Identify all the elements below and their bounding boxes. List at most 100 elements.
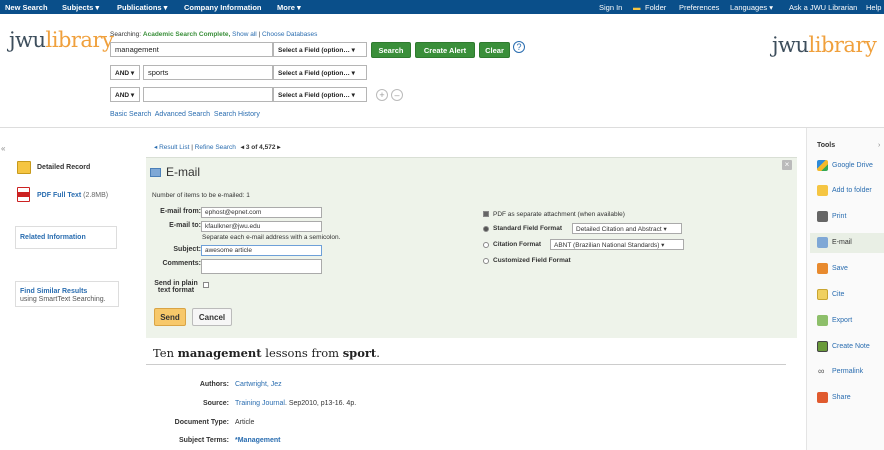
close-icon[interactable]: × [782,160,792,170]
jwu-library-logo-right: jwulibrary [772,33,877,57]
field-select-row-3[interactable]: Select a Field (option… ▾ [273,87,367,102]
subject-label: Subject: [173,246,201,253]
top-navigation-bar: New Search Subjects ▾ Publications ▾ Com… [0,0,884,14]
email-tool-icon [817,237,828,248]
database-name: Academic Search Complete, [142,31,231,38]
subject-input[interactable]: awesome article [201,245,322,256]
preferences-link[interactable]: Preferences [679,3,719,12]
result-position[interactable]: ◂ 3 of 4,572 ▸ [241,144,281,151]
email-tool[interactable]: E-mail [832,239,852,246]
custom-format-label: Customized Field Format [493,257,571,264]
publications-menu[interactable]: Publications ▾ [117,3,167,12]
refine-search-link[interactable]: Refine Search [195,144,236,151]
tools-heading: Tools [817,142,836,149]
search-input-row-2[interactable]: sports [143,65,273,80]
journal-link[interactable]: Training Journal [235,400,285,407]
search-history-link[interactable]: Search History [214,111,260,118]
boolean-select-row-3[interactable]: AND ▾ [110,87,140,102]
note-icon [817,341,828,352]
clear-button[interactable]: Clear [479,42,510,58]
subjects-menu[interactable]: Subjects ▾ [62,3,99,12]
save-tool[interactable]: Save [832,265,848,272]
cite-tool[interactable]: Cite [832,291,844,298]
share-icon [817,392,828,403]
field-select-row-1[interactable]: Select a Field (option… ▾ [273,42,367,57]
standard-format-radio[interactable] [483,226,489,232]
authors-label: Authors: [199,381,229,388]
comments-input[interactable] [201,259,322,274]
create-note-tool[interactable]: Create Note [832,343,870,350]
boolean-select-row-2[interactable]: AND ▾ [110,65,140,80]
related-information-heading[interactable]: Related Information [20,234,86,241]
remove-row-icon[interactable]: – [391,89,403,101]
save-icon [817,263,828,274]
email-item-count: Number of items to be e-mailed: 1 [152,192,250,199]
field-select-row-2[interactable]: Select a Field (option… ▾ [273,65,367,80]
related-information-box: Related Information [15,226,117,249]
jwu-library-logo[interactable]: jwulibrary [9,28,114,52]
ask-librarian-link[interactable]: Ask a JWU Librarian [789,3,857,12]
email-to-label: E-mail to: [169,222,201,229]
detailed-record-link[interactable]: Detailed Record [37,164,90,171]
custom-format-radio[interactable] [483,258,489,264]
result-navigation: ◂ Result List | Refine Search ◂ 3 of 4,5… [154,144,281,151]
choose-databases-link[interactable]: Choose Databases [262,31,317,38]
help-link[interactable]: Help [866,3,881,12]
plain-text-label: Send in plain text format [154,280,198,294]
advanced-search-link[interactable]: Advanced Search [155,111,210,118]
more-menu[interactable]: More ▾ [277,3,301,12]
new-search-link[interactable]: New Search [5,3,48,12]
google-drive-icon [817,160,828,171]
find-similar-link[interactable]: Find Similar Results [20,288,87,295]
cite-icon [817,289,828,300]
send-button[interactable]: Send [154,308,186,326]
authors-value[interactable]: Cartwright, Jez [235,381,282,388]
result-list-link[interactable]: ◂ Result List [154,144,189,151]
email-separator-hint: Separate each e-mail address with a semi… [202,234,341,241]
source-value: Training Journal. Sep2010, p13-16. 4p. [235,400,357,407]
print-icon [817,211,828,222]
add-row-icon[interactable]: + [376,89,388,101]
pdf-full-text-link[interactable]: PDF Full Text (2.8MB) [37,192,108,199]
show-all-link[interactable]: Show all [232,31,257,38]
folder-link[interactable]: Folder [645,3,666,12]
search-input-row-3[interactable] [143,87,273,102]
permalink-tool[interactable]: Permalink [832,368,863,375]
languages-menu[interactable]: Languages ▾ [730,3,773,12]
detailed-record-icon [17,161,31,174]
subject-terms-label: Subject Terms: [178,437,229,444]
citation-format-radio[interactable] [483,242,489,248]
print-tool[interactable]: Print [832,213,846,220]
export-tool[interactable]: Export [832,317,852,324]
pdf-attachment-checkbox[interactable] [483,211,489,217]
email-icon [150,168,161,177]
sign-in-link[interactable]: Sign In [599,3,622,12]
citation-format-label: Citation Format [493,241,542,248]
search-input-row-1[interactable]: management [110,42,273,57]
add-to-folder-tool[interactable]: Add to folder [832,187,872,194]
article-title: Ten management lessons from sport. [153,346,380,360]
google-drive-tool[interactable]: Google Drive [832,162,873,169]
folder-add-icon [817,185,828,196]
search-button[interactable]: Search [371,42,411,58]
create-alert-button[interactable]: Create Alert [415,42,475,58]
citation-format-select[interactable]: ABNT (Brazilian National Standards) ▾ [550,239,684,250]
basic-search-link[interactable]: Basic Search [110,111,151,118]
share-tool[interactable]: Share [832,394,851,401]
subject-terms-value[interactable]: *Management [235,437,281,444]
cancel-button[interactable]: Cancel [192,308,232,326]
help-icon[interactable]: ? [513,41,525,53]
email-from-input[interactable]: ephost@epnet.com [201,207,322,218]
standard-format-select[interactable]: Detailed Citation and Abstract ▾ [572,223,682,234]
pdf-icon [17,187,30,202]
email-to-input[interactable]: kfaulkner@jwu.edu [201,221,322,232]
email-panel-title: E-mail [166,165,201,179]
comments-label: Comments: [162,260,201,267]
document-type-label: Document Type: [174,419,229,426]
company-information-link[interactable]: Company Information [184,3,262,12]
collapse-left-icon[interactable]: « [1,144,5,153]
header-divider [0,127,884,128]
expand-tools-icon[interactable]: › [878,142,880,149]
email-from-label: E-mail from: [160,208,201,215]
plain-text-checkbox[interactable] [203,282,209,288]
